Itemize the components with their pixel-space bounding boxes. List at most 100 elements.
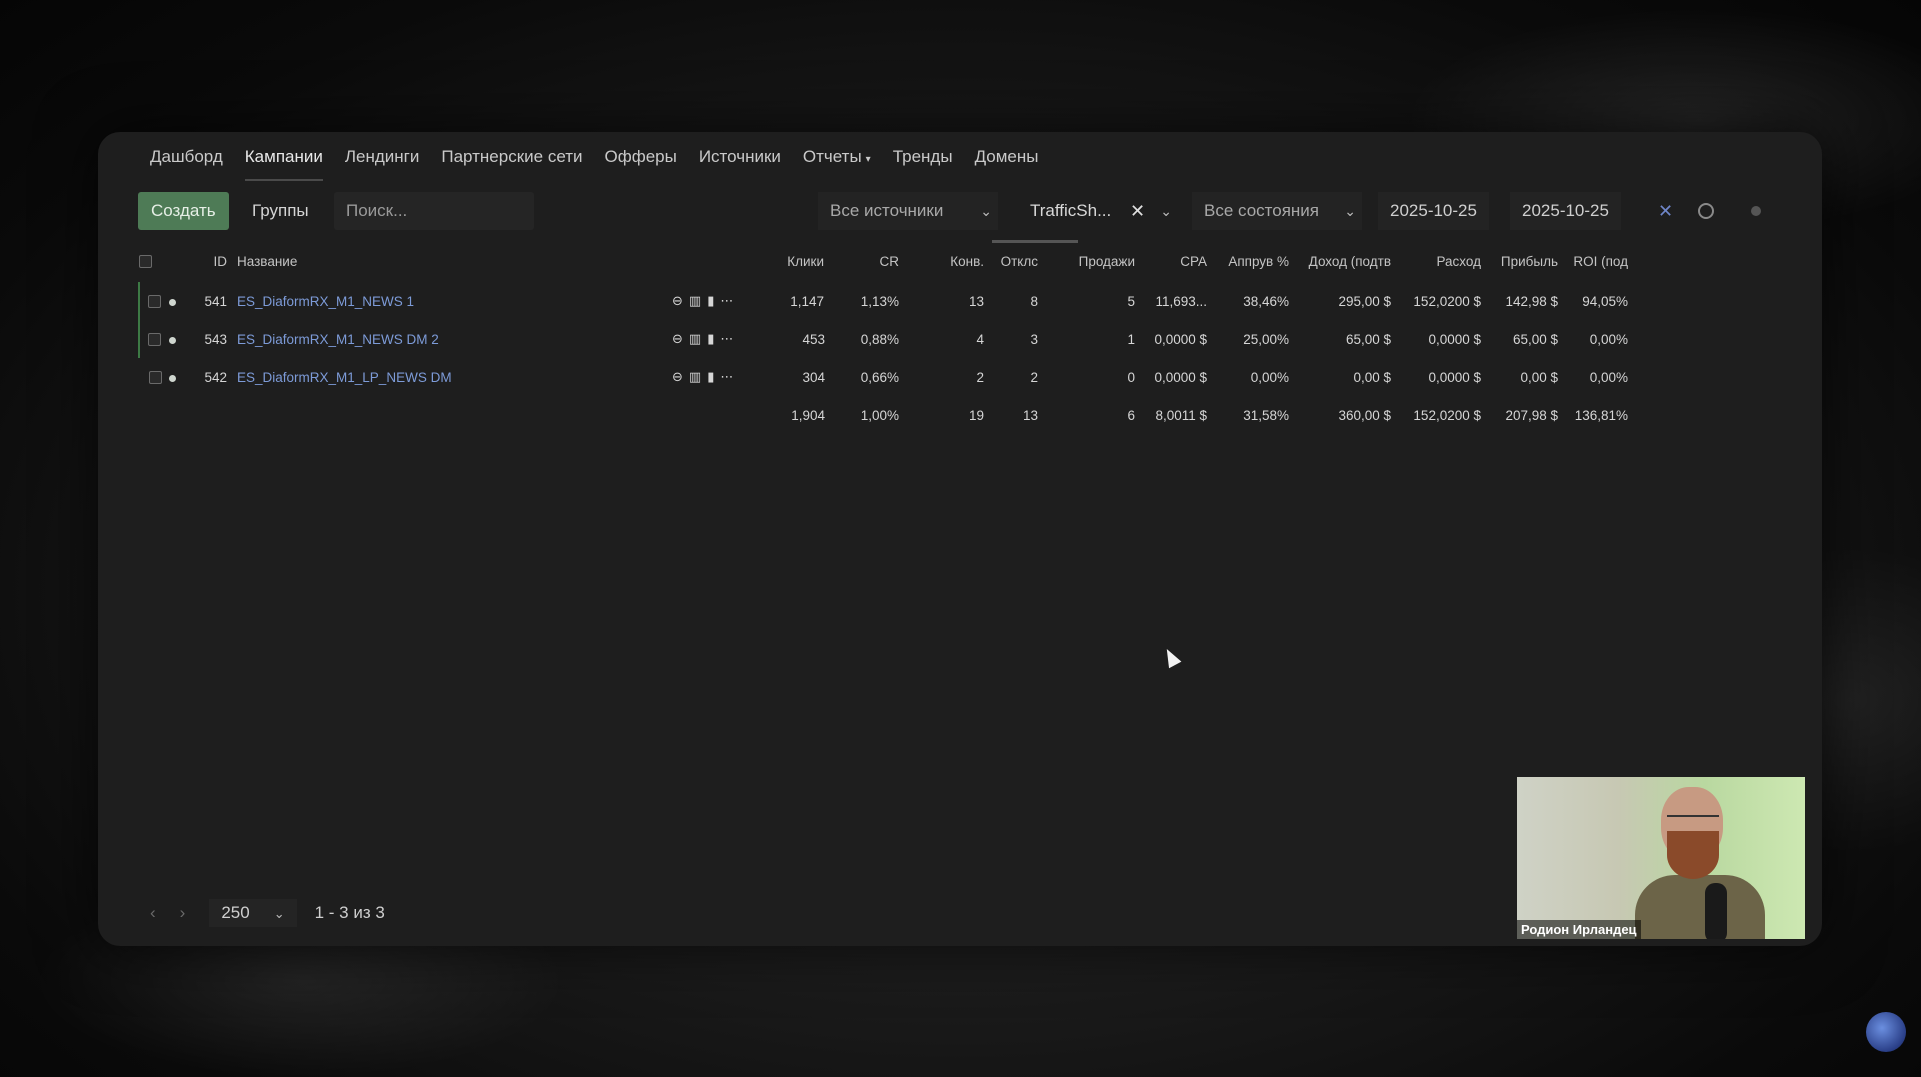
total-conversions: 19 [968,407,984,423]
page-size-select[interactable]: 250 ⌄ [209,899,297,927]
refresh-icon[interactable] [1698,203,1714,219]
cell-cr: 0,88% [860,331,899,347]
top-navigation: Дашборд Кампании Лендинги Партнерские се… [150,132,1039,182]
cell-cr: 1,13% [860,293,899,309]
caret-down-icon: ▾ [865,154,871,165]
total-revenue: 360,00 $ [1338,407,1391,423]
header-cpa[interactable]: CPA [1135,240,1207,282]
select-all-checkbox[interactable] [139,255,152,269]
totals-row: 1,904 1,00% 19 13 6 8,0011 $ 31,58% 360,… [139,396,1628,434]
cell-roi: 94,05% [1582,293,1628,309]
sources-select-value: Все источники [830,201,944,220]
report-icon[interactable]: ▮ [707,331,720,346]
nav-sources[interactable]: Источники [699,141,781,173]
date-to-field[interactable]: 2025-10-25 [1510,192,1621,230]
cell-revenue: 65,00 $ [1345,331,1391,347]
header-cr[interactable]: CR [825,240,900,282]
header-clicks[interactable]: Клики [752,240,825,282]
chevron-down-icon: ⌄ [980,203,992,219]
table-row[interactable]: 542 ES_DiaformRX_M1_LP_NEWS DM ⊖▥▮⋯ 304 … [139,358,1628,396]
nav-dashboard[interactable]: Дашборд [150,141,223,173]
status-dot [169,298,176,306]
search-input[interactable]: Поиск... [334,192,534,230]
total-cr: 1,00% [860,407,899,423]
stats-icon[interactable]: ▥ [689,293,707,308]
table-header-row: ID Название Клики CR Конв. Отклс Продажи… [139,240,1628,282]
more-icon[interactable]: ⋯ [720,331,739,346]
presenter-beard [1667,831,1719,879]
table-row[interactable]: 543 ES_DiaformRX_M1_NEWS DM 2 ⊖▥▮⋯ 453 0… [138,320,1628,358]
prev-page-icon[interactable]: ‹ [150,903,156,923]
cell-roi: 0,00% [1589,369,1628,385]
link-icon[interactable]: ⊖ [672,293,689,308]
settings-icon[interactable] [1751,206,1761,216]
cell-profit: 65,00 $ [1512,331,1558,347]
header-id[interactable]: ID [189,240,228,282]
total-clicks: 1,904 [791,407,825,423]
clear-filter-icon[interactable]: ✕ [1130,192,1145,230]
page-size-value: 250 [221,903,250,922]
cell-id: 542 [204,369,227,385]
header-cost[interactable]: Расход [1391,240,1481,282]
total-cost: 152,0200 $ [1413,407,1481,423]
webcam-overlay: Родион Ирландец [1517,777,1805,939]
cell-cr: 0,66% [860,369,899,385]
header-profit[interactable]: Прибыль [1481,240,1558,282]
create-button[interactable]: Создать [138,192,229,230]
header-approve[interactable]: Аппрув % [1207,240,1289,282]
more-icon[interactable]: ⋯ [720,369,739,384]
cell-name: ES_DiaformRX_M1_NEWS DM 2 [227,320,672,358]
cell-cpa: 0,0000 $ [1154,369,1207,385]
header-name[interactable]: Название [227,240,672,282]
sources-select[interactable]: Все источники ⌄ [818,192,998,230]
report-icon[interactable]: ▮ [707,369,720,384]
cell-cpa: 11,693... [1155,293,1207,309]
cell-approve: 25,00% [1243,331,1289,347]
cell-roi: 0,00% [1589,331,1628,347]
stats-icon[interactable]: ▥ [689,369,707,384]
status-cell [169,282,189,320]
link-icon[interactable]: ⊖ [672,331,689,346]
chevron-down-icon: ⌄ [1344,203,1356,219]
row-checkbox[interactable] [148,295,161,309]
nav-landings[interactable]: Лендинги [345,141,420,173]
traffic-source-filter[interactable]: TrafficSh... ✕ ⌄ [992,192,1178,243]
campaign-link[interactable]: ES_DiaformRX_M1_NEWS DM 2 [237,332,439,347]
cell-revenue: 295,00 $ [1338,293,1391,309]
header-roi[interactable]: ROI (под [1558,240,1628,282]
presenter-name: Родион Ирландец [1517,920,1641,939]
nav-reports[interactable]: Отчеты ▾ [803,141,871,173]
chevron-down-icon: ⌄ [1160,203,1172,219]
next-page-icon[interactable]: › [180,903,186,923]
cell-clicks: 304 [802,369,825,385]
nav-offers[interactable]: Офферы [605,141,677,173]
link-icon[interactable]: ⊖ [672,369,689,384]
more-icon[interactable]: ⋯ [720,293,739,308]
cell-conversions: 2 [976,369,984,385]
groups-button[interactable]: Группы [252,192,309,230]
row-actions: ⊖▥▮⋯ [672,282,752,320]
row-checkbox[interactable] [149,371,162,385]
clear-date-icon[interactable]: ✕ [1658,192,1673,230]
date-from-field[interactable]: 2025-10-25 [1378,192,1489,230]
campaign-link[interactable]: ES_DiaformRX_M1_LP_NEWS DM [237,370,452,385]
header-sales[interactable]: Продажи [1038,240,1135,282]
states-select[interactable]: Все состояния ⌄ [1192,192,1362,230]
header-revenue[interactable]: Доход (подтв [1289,240,1391,282]
nav-domains[interactable]: Домены [975,141,1039,173]
traffic-filter-value: TrafficSh... [1030,201,1112,220]
row-checkbox-cell [138,282,169,320]
header-conversions[interactable]: Конв. [899,240,984,282]
stats-icon[interactable]: ▥ [689,331,707,346]
nav-trends[interactable]: Тренды [893,141,953,173]
cell-clicks: 453 [802,331,825,347]
header-rejected[interactable]: Отклс [984,240,1038,282]
campaign-link[interactable]: ES_DiaformRX_M1_NEWS 1 [237,294,414,309]
row-checkbox[interactable] [148,333,161,347]
nav-affiliate-networks[interactable]: Партнерские сети [441,141,582,173]
nav-campaigns[interactable]: Кампании [244,141,323,181]
select-all-cell [139,240,169,282]
cell-rejected: 3 [1030,331,1038,347]
report-icon[interactable]: ▮ [707,293,720,308]
table-row[interactable]: 541 ES_DiaformRX_M1_NEWS 1 ⊖▥▮⋯ 1,147 1,… [138,282,1628,320]
